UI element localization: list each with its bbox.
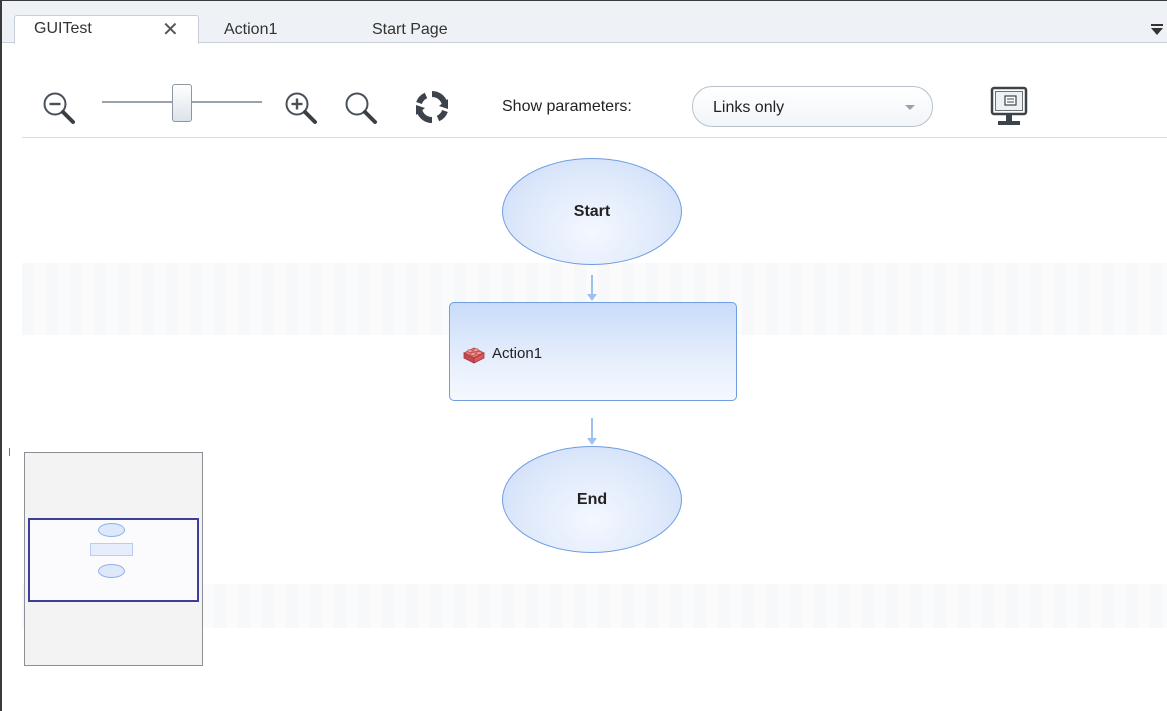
document-tab-bar: GUITest ✕ Action1 Start Page <box>2 1 1167 44</box>
connector-arrowhead <box>587 294 597 301</box>
tab-label: GUITest <box>34 20 92 37</box>
refresh-icon[interactable] <box>412 87 452 132</box>
tab-guitest[interactable]: GUITest ✕ <box>14 15 199 44</box>
show-parameters-label: Show parameters: <box>502 98 632 115</box>
minimap-viewport[interactable] <box>28 518 199 602</box>
zoom-in-icon[interactable] <box>282 89 320 132</box>
close-icon[interactable]: ✕ <box>162 17 179 43</box>
start-node[interactable]: Start <box>502 158 682 265</box>
test-flow-window: GUITest ✕ Action1 Start Page Show parame… <box>0 0 1167 711</box>
start-node-label: Start <box>573 202 611 220</box>
zoom-slider-thumb[interactable] <box>172 84 192 122</box>
show-parameters-dropdown[interactable]: Links only <box>692 86 933 127</box>
toolbar-divider <box>22 137 1167 138</box>
tab-action1[interactable]: Action1 <box>224 17 277 43</box>
tab-overflow-menu-icon[interactable] <box>1151 24 1163 35</box>
connector-start-action <box>591 275 593 295</box>
end-node[interactable]: End <box>502 446 682 553</box>
show-parameters-value: Links only <box>713 99 785 116</box>
tab-start-page[interactable]: Start Page <box>372 17 448 43</box>
action1-node[interactable]: Action1 <box>449 302 737 401</box>
minimap-start-node <box>98 523 125 537</box>
connector-arrowhead <box>587 438 597 445</box>
minimap-panel[interactable] <box>24 452 203 666</box>
end-node-label: End <box>576 490 608 508</box>
zoom-fit-icon[interactable] <box>342 89 380 132</box>
tab-label: Action1 <box>224 21 278 38</box>
chevron-down-icon[interactable] <box>905 105 915 110</box>
minimap-action-node <box>90 543 133 556</box>
monitor-icon[interactable] <box>988 85 1032 134</box>
connector-action-end <box>591 418 593 439</box>
splitter-grip[interactable] <box>9 448 10 456</box>
action1-node-label: Action1 <box>492 345 543 362</box>
action-block-icon <box>462 344 486 369</box>
zoom-out-icon[interactable] <box>40 89 78 132</box>
tab-label: Start Page <box>372 21 448 38</box>
minimap-end-node <box>98 564 125 578</box>
